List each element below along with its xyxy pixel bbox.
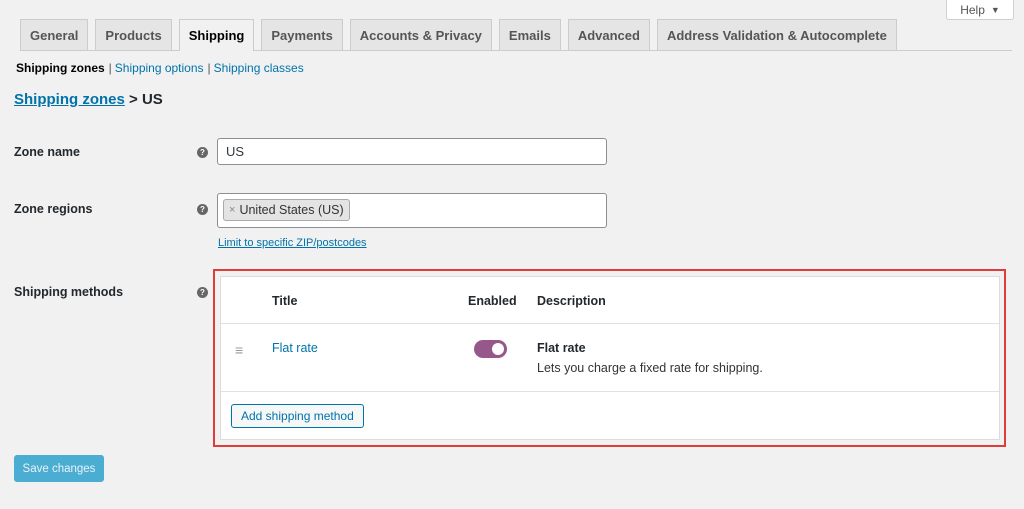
subnav-shipping-options[interactable]: Shipping options	[115, 61, 204, 75]
help-label: Help	[960, 2, 985, 17]
zone-name-input[interactable]	[217, 138, 607, 165]
column-enabled: Enabled	[468, 294, 517, 308]
tab-general[interactable]: General	[20, 19, 89, 50]
shipping-subnav: Shipping zones | Shipping options | Ship…	[16, 61, 304, 75]
breadcrumb-current: US	[141, 91, 163, 108]
tab-shipping[interactable]: Shipping	[178, 19, 255, 51]
tab-payments[interactable]: Payments	[261, 19, 343, 50]
method-description-title: Flat rate	[537, 341, 586, 355]
help-tip-icon[interactable]: ?	[197, 204, 208, 215]
zone-regions-label: Zone regions	[14, 202, 93, 216]
help-tip-icon[interactable]: ?	[197, 147, 208, 158]
page-title: Shipping zones > US	[14, 91, 163, 108]
breadcrumb-shipping-zones-link[interactable]: Shipping zones	[14, 91, 125, 108]
shipping-methods-label: Shipping methods	[14, 285, 124, 299]
tab-advanced[interactable]: Advanced	[567, 19, 650, 50]
caret-down-icon: ▼	[990, 4, 1000, 15]
tab-accounts-privacy[interactable]: Accounts & Privacy	[349, 19, 492, 50]
drag-handle-icon[interactable]: ≡	[235, 342, 243, 358]
method-description-text: Lets you charge a fixed rate for shippin…	[537, 361, 763, 375]
method-enabled-toggle[interactable]	[474, 340, 507, 358]
subnav-shipping-zones[interactable]: Shipping zones	[16, 61, 105, 75]
tab-products[interactable]: Products	[95, 19, 172, 50]
help-button[interactable]: Help ▼	[946, 0, 1014, 20]
column-description: Description	[537, 294, 606, 308]
subnav-shipping-classes[interactable]: Shipping classes	[214, 61, 304, 75]
shipping-methods-table: Title Enabled Description ≡ Flat rate Fl…	[220, 276, 1000, 440]
column-title: Title	[272, 294, 298, 308]
add-shipping-method-button[interactable]: Add shipping method	[231, 404, 364, 428]
zone-name-label: Zone name	[14, 145, 80, 159]
region-token-label: United States (US)	[239, 203, 344, 217]
zone-regions-select[interactable]: × United States (US)	[217, 193, 607, 228]
table-header: Title Enabled Description	[221, 277, 999, 324]
save-changes-button[interactable]: Save changes	[14, 455, 104, 482]
tab-address-validation[interactable]: Address Validation & Autocomplete	[656, 19, 897, 50]
settings-tabs: General Products Shipping Payments Accou…	[20, 19, 1012, 51]
breadcrumb-separator: >	[129, 91, 138, 108]
table-row: ≡ Flat rate Flat rate Lets you charge a …	[221, 324, 999, 392]
remove-token-icon[interactable]: ×	[229, 204, 235, 216]
subnav-separator: |	[108, 61, 112, 75]
region-token: × United States (US)	[223, 199, 350, 221]
tab-emails[interactable]: Emails	[498, 19, 561, 50]
subnav-separator: |	[207, 61, 211, 75]
method-title-link[interactable]: Flat rate	[272, 341, 318, 355]
help-tip-icon[interactable]: ?	[197, 287, 208, 298]
limit-zip-postcodes-link[interactable]: Limit to specific ZIP/postcodes	[218, 237, 367, 249]
